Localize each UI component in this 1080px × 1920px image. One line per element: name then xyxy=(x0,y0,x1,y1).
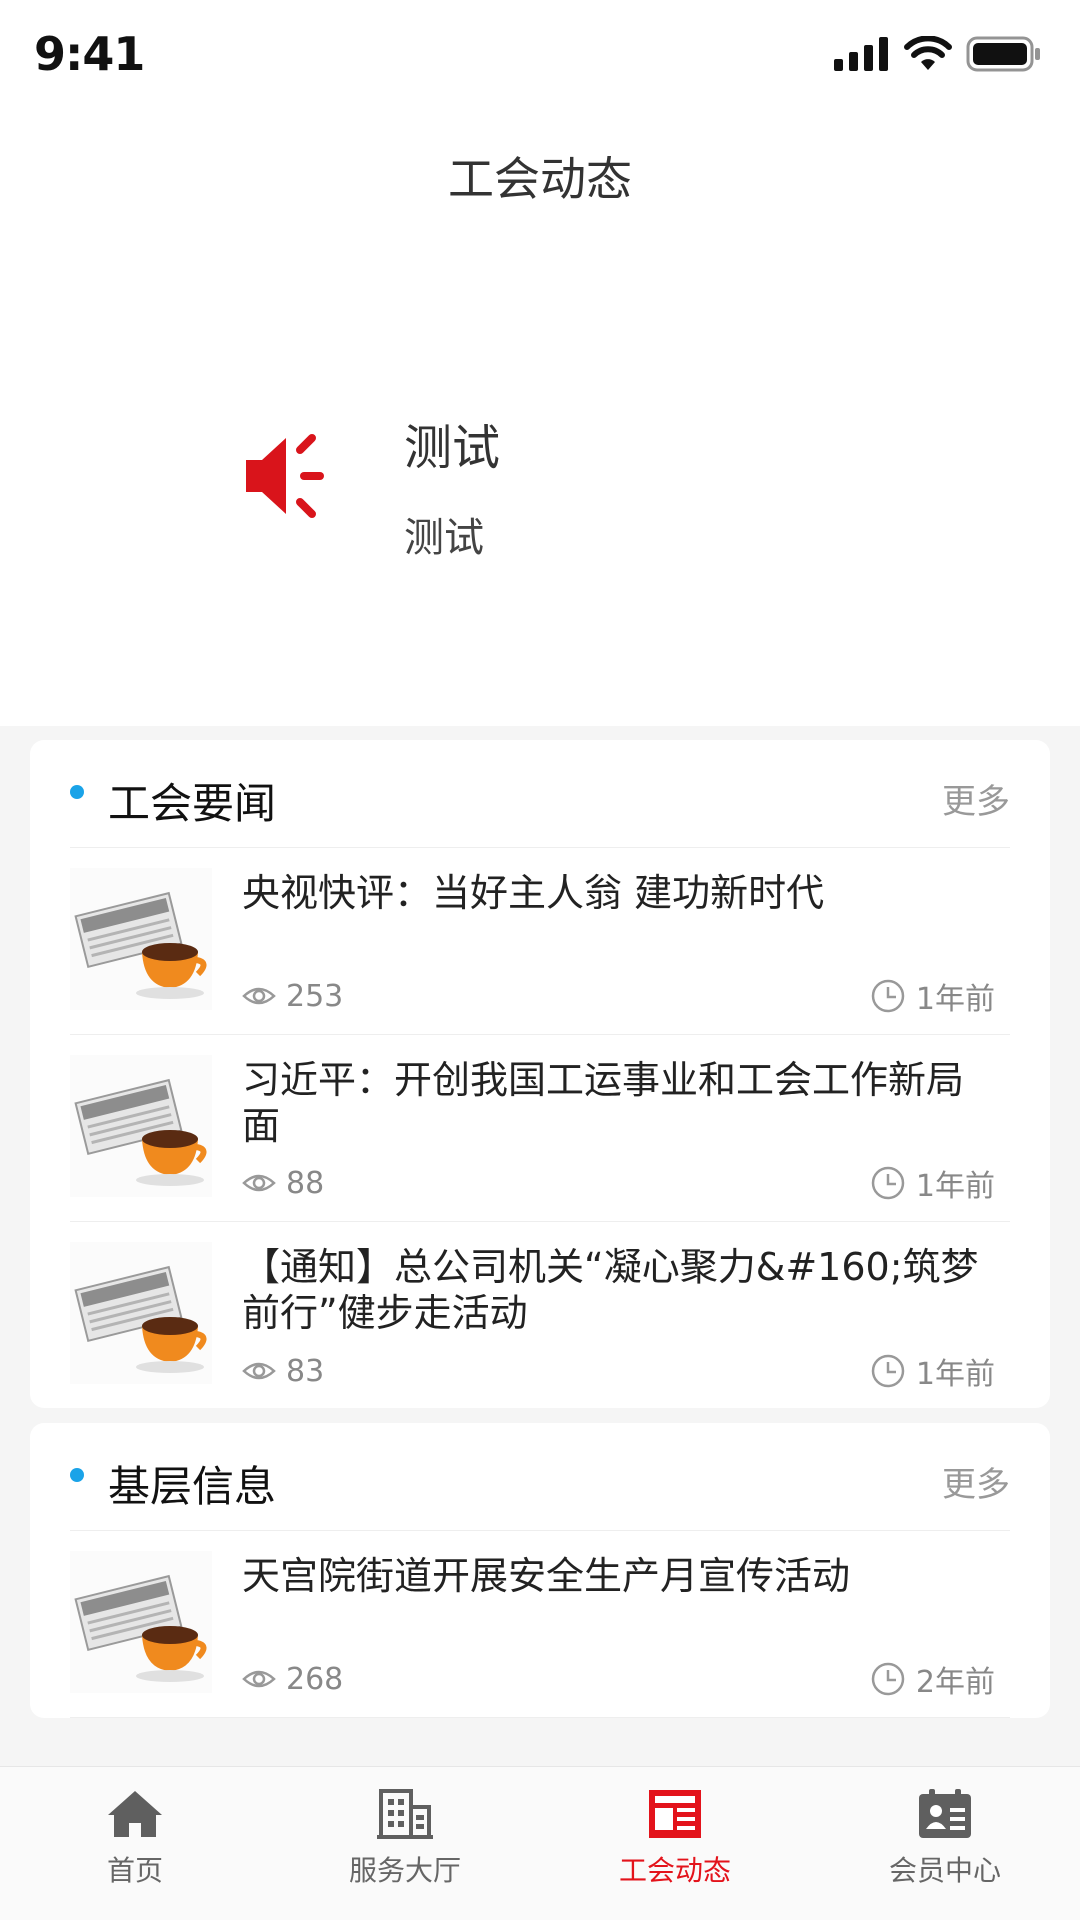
tab-label: 会员中心 xyxy=(888,1854,1001,1887)
view-count: 83 xyxy=(286,1353,325,1389)
page-title: 工会动态 xyxy=(448,152,632,206)
battery-icon xyxy=(966,36,1040,72)
clock-icon xyxy=(871,1662,905,1696)
view-count: 253 xyxy=(286,978,344,1014)
publish-time: 1年前 xyxy=(915,982,995,1017)
bottom-tab-bar: 首页 服务大厅 工会动态 会员中心 xyxy=(0,1766,1080,1920)
publish-time: 1年前 xyxy=(915,1357,995,1392)
section-dot xyxy=(70,785,84,799)
notice-banner[interactable] xyxy=(0,244,1080,726)
news-thumbnail xyxy=(70,1055,212,1197)
section-title: 工会要闻 xyxy=(108,779,277,828)
signal-icon xyxy=(834,37,888,71)
tab-label: 服务大厅 xyxy=(348,1854,461,1887)
news-item[interactable]: 央视快评：当好主人翁 建功新时代 253 1年前 xyxy=(70,848,1010,1035)
status-time: 9:41 xyxy=(34,27,145,81)
news-item[interactable]: 天宫院街道开展安全生产月宣传活动 268 2年前 xyxy=(70,1531,1010,1718)
status-bar: 9:41 xyxy=(0,0,1080,108)
section-title: 基层信息 xyxy=(108,1462,277,1511)
tab-service-hall[interactable]: 服务大厅 xyxy=(270,1767,540,1920)
view-count: 268 xyxy=(286,1661,344,1697)
section-header: 基层信息 更多 xyxy=(70,1423,1010,1531)
wifi-icon xyxy=(904,36,952,70)
tab-union-news[interactable]: 工会动态 xyxy=(540,1767,810,1920)
news-title: 天宫院街道开展安全生产月宣传活动 xyxy=(242,1554,851,1598)
news-thumbnail xyxy=(70,1551,212,1693)
news-meta: 88 1年前 xyxy=(242,1163,995,1204)
eye-icon xyxy=(242,1670,276,1688)
publish-time: 1年前 xyxy=(915,1169,995,1204)
news-thumbnail xyxy=(70,868,212,1010)
news-title: 央视快评：当好主人翁 建功新时代 xyxy=(242,871,825,915)
news-meta: 253 1年前 xyxy=(242,976,995,1017)
building-icon xyxy=(377,1789,433,1839)
clock-icon xyxy=(871,1354,905,1388)
section-header: 工会要闻 更多 xyxy=(70,740,1010,848)
eye-icon xyxy=(242,1362,276,1380)
news-item[interactable]: 习近平：开创我国工运事业和工会工作新局面 88 1年前 xyxy=(70,1035,1010,1222)
news-meta: 268 2年前 xyxy=(242,1659,995,1700)
section-dot xyxy=(70,1468,84,1482)
home-icon xyxy=(108,1791,162,1837)
news-title: 【通知】总公司机关“凝心聚力&#160;筑梦前行”健步走活动 xyxy=(242,1245,979,1335)
section-grassroots-info: 基层信息 更多 天宫院街道开展安全生产月宣传活动 268 2年前 xyxy=(30,1423,1050,1718)
clock-icon xyxy=(871,979,905,1013)
tab-label: 首页 xyxy=(106,1854,163,1887)
page-header: 工会动态 xyxy=(0,108,1080,244)
more-link[interactable]: 更多 xyxy=(942,774,1010,823)
publish-time: 2年前 xyxy=(915,1665,995,1700)
section-union-news: 工会要闻 更多 央视快评：当好主人翁 建功新时代 253 1年前 习近平：开创我… xyxy=(30,740,1050,1408)
news-icon xyxy=(649,1790,701,1838)
status-icons xyxy=(834,36,1042,72)
tab-member-center[interactable]: 会员中心 xyxy=(810,1767,1080,1920)
tab-label: 工会动态 xyxy=(618,1854,731,1887)
eye-icon xyxy=(242,987,276,1005)
news-item[interactable]: 【通知】总公司机关“凝心聚力&#160;筑梦前行”健步走活动 83 1年前 xyxy=(70,1222,1010,1409)
clock-icon xyxy=(871,1166,905,1200)
tab-home[interactable]: 首页 xyxy=(0,1767,270,1920)
speaker-icon xyxy=(246,434,324,518)
notice-subtitle: 测试 xyxy=(404,515,484,561)
member-card-icon xyxy=(919,1789,971,1838)
app-screen: 9:41 工会动态 测试 测试 工会要闻 更多 央视快评：当好主人翁 建功新时代… xyxy=(0,0,1080,1920)
news-title: 习近平：开创我国工运事业和工会工作新局面 xyxy=(242,1058,965,1148)
news-thumbnail xyxy=(70,1242,212,1384)
notice-title: 测试 xyxy=(404,420,501,476)
more-link[interactable]: 更多 xyxy=(942,1457,1010,1506)
eye-icon xyxy=(242,1174,276,1192)
news-meta: 83 1年前 xyxy=(242,1351,995,1392)
view-count: 88 xyxy=(286,1165,325,1201)
